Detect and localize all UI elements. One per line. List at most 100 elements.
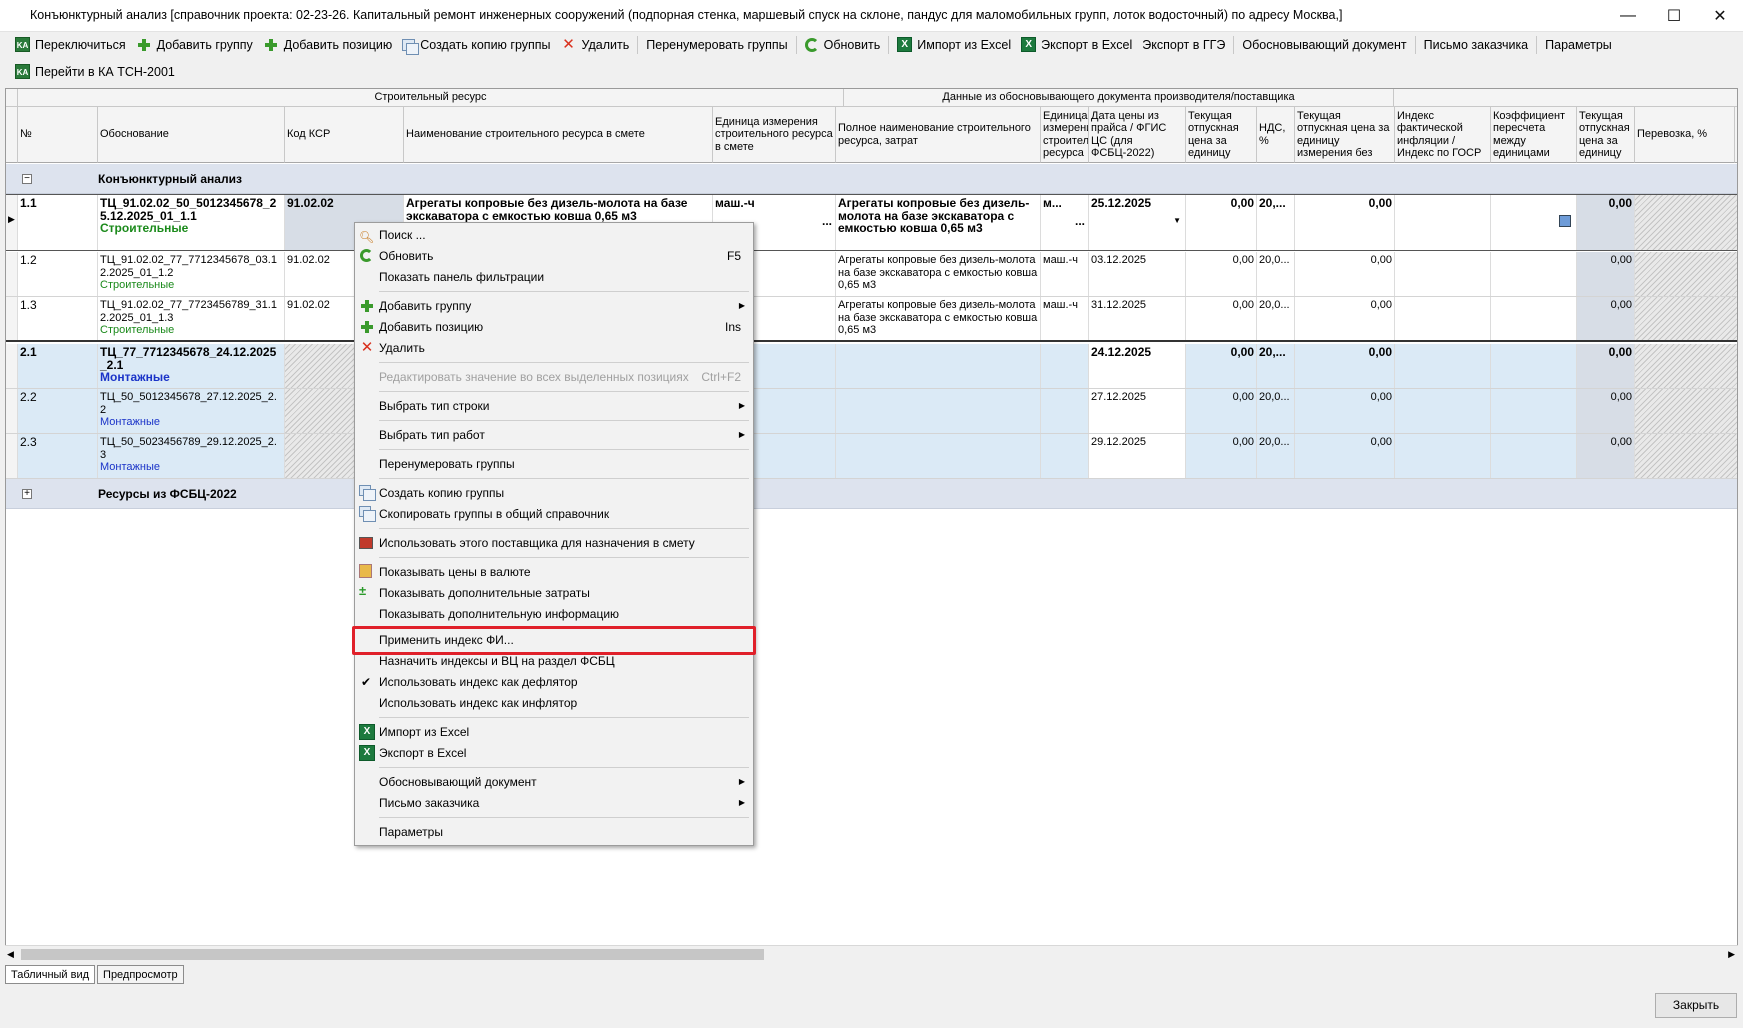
col-header-unit2[interactable]: Единица измерения строительного ресурса [1041,107,1089,163]
justifying-doc-button[interactable]: Обосновывающий документ [1237,33,1411,57]
table-row[interactable]: 2.1 ТЦ_77_7712345678_24.12.2025_2.1 Монта… [6,344,1737,389]
price-cell[interactable]: 0,00 [1186,297,1257,340]
vat-cell[interactable]: 20,0... [1257,389,1295,433]
index-cell[interactable] [1395,389,1491,433]
goto-ka-button[interactable]: KA Перейти в КА ТСН-2001 [10,60,180,84]
col-header-num[interactable]: № [18,107,98,163]
menu-item-copy-to-common[interactable]: Скопировать группы в общий справочник [355,504,753,524]
close-window-button[interactable]: ✕ [1697,0,1743,31]
group-row[interactable]: + Ресурсы из ФСБЦ-2022 [6,479,1737,509]
full-name-cell[interactable]: Агрегаты копровые без дизель-молота на б… [836,252,1041,296]
price-novat-cell[interactable]: 0,00 [1295,434,1395,478]
basis-cell[interactable]: ТЦ_50_5012345678_27.12.2025_2.2 Монтажные [98,389,285,433]
unit2-cell[interactable] [1041,344,1089,388]
coef-cell[interactable] [1491,434,1577,478]
menu-item-show-extra-costs[interactable]: ± Показывать дополнительные затраты [355,583,753,603]
col-header-price-novat[interactable]: Текущая отпускная цена за единицу измере… [1295,107,1395,163]
vat-cell[interactable]: 20,0... [1257,434,1295,478]
collapse-toggle[interactable]: − [22,174,32,184]
menu-item-delete[interactable]: ✕ Удалить [355,338,753,358]
minimize-button[interactable]: — [1605,0,1651,31]
table-row[interactable]: 2.2 ТЦ_50_5012345678_27.12.2025_2.2 Монта… [6,389,1737,434]
basis-cell[interactable]: ТЦ_91.02.02_77_7712345678_03.12.2025_01_… [98,252,285,296]
col-header-transport[interactable]: Перевозка, % [1635,107,1735,163]
col-header-price[interactable]: Текущая отпускная цена за единицу [1186,107,1257,163]
table-row[interactable]: 1.2 ТЦ_91.02.02_77_7712345678_03.12.2025… [6,252,1737,297]
date-cell[interactable]: 27.12.2025 [1089,389,1186,433]
basis-cell[interactable]: ТЦ_50_5023456789_29.12.2025_2.3 Монтажные [98,434,285,478]
renumber-button[interactable]: Перенумеровать группы [641,33,792,57]
add-position-button[interactable]: Добавить позицию [258,33,398,57]
coef-cell[interactable] [1491,195,1577,250]
menu-item-use-inflator[interactable]: Использовать индекс как инфлятор [355,693,753,713]
coef-cell[interactable] [1491,252,1577,296]
menu-item-add-group[interactable]: Добавить группу ▶ [355,296,753,316]
col-header-unit[interactable]: Единица измерения строительного ресурса … [713,107,836,163]
ellipsis-button[interactable]: ... [1075,215,1085,228]
full-name-cell[interactable] [836,344,1041,388]
unit2-cell[interactable] [1041,434,1089,478]
full-name-cell[interactable]: Агрегаты копровые без дизель-молота на б… [836,297,1041,340]
col-header-ksr[interactable]: Код КСР [285,107,404,163]
vat-cell[interactable]: 20,... [1257,344,1295,388]
menu-item-use-deflator[interactable]: ✔ Использовать индекс как дефлятор [355,672,753,692]
cur-price-cell[interactable]: 0,00 [1577,389,1635,433]
basis-cell[interactable]: ТЦ_91.02.02_50_5012345678_25.12.2025_01_… [98,195,285,250]
basis-cell[interactable]: ТЦ_91.02.02_77_7723456789_31.12.2025_01_… [98,297,285,340]
table-row[interactable]: 1.3 ТЦ_91.02.02_77_7723456789_31.12.2025… [6,297,1737,342]
col-header-name[interactable]: Наименование строительного ресурса в сме… [404,107,713,163]
cur-price-cell[interactable]: 0,00 [1577,344,1635,388]
menu-item-show-extra-info[interactable]: Показывать дополнительную информацию [355,604,753,624]
basis-cell[interactable]: ТЦ_77_7712345678_24.12.2025_2.1 Монтажные [98,344,285,388]
menu-item-customer-letter[interactable]: Письмо заказчика ▶ [355,793,753,813]
coef-cell[interactable] [1491,344,1577,388]
refresh-button[interactable]: Обновить [800,33,886,57]
coef-cell[interactable] [1491,297,1577,340]
cur-price-cell[interactable]: 0,00 [1577,297,1635,340]
menu-item-show-currency[interactable]: Показывать цены в валюте [355,562,753,582]
col-header-full-name[interactable]: Полное наименование строительного ресурс… [836,107,1041,163]
col-header-cur-price[interactable]: Текущая отпускная цена за единицу [1577,107,1635,163]
copy-group-button[interactable]: Создать копию группы [397,33,555,57]
horizontal-scrollbar[interactable]: ◀ ▶ [5,945,1738,962]
tab-preview[interactable]: Предпросмотр [97,965,184,984]
vat-cell[interactable]: 20,... [1257,195,1295,250]
price-cell[interactable]: 0,00 [1186,252,1257,296]
price-cell[interactable]: 0,00 [1186,434,1257,478]
price-cell[interactable]: 0,00 [1186,344,1257,388]
unit2-cell[interactable] [1041,389,1089,433]
unit2-cell[interactable]: маш.-ч [1041,297,1089,340]
dropdown-arrow-icon[interactable]: ▼ [1173,215,1181,228]
maximize-button[interactable]: ☐ [1651,0,1697,31]
col-header-vat[interactable]: НДС, % [1257,107,1295,163]
menu-item-copy-group[interactable]: Создать копию группы [355,483,753,503]
ellipsis-button[interactable]: ... [822,215,832,228]
col-header-date[interactable]: Дата цены из прайса / ФГИС ЦС (для ФСБЦ-… [1089,107,1186,163]
table-row[interactable]: ▶ 1.1 ТЦ_91.02.02_50_5012345678_25.12.20… [6,194,1737,251]
price-novat-cell[interactable]: 0,00 [1295,252,1395,296]
cur-price-cell[interactable]: 0,00 [1577,195,1635,250]
import-excel-button[interactable]: X Импорт из Excel [892,33,1016,57]
menu-item-use-supplier[interactable]: Использовать этого поставщика для назнач… [355,533,753,553]
date-cell[interactable]: 25.12.2025 ▼ [1089,195,1186,250]
add-group-button[interactable]: Добавить группу [131,33,258,57]
menu-item-work-type[interactable]: Выбрать тип работ ▶ [355,425,753,445]
price-cell[interactable]: 0,00 [1186,389,1257,433]
unit2-cell[interactable]: м...... [1041,195,1089,250]
switch-button[interactable]: KA Переключиться [10,33,131,57]
price-novat-cell[interactable]: 0,00 [1295,297,1395,340]
vat-cell[interactable]: 20,0... [1257,252,1295,296]
export-gge-button[interactable]: Экспорт в ГГЭ [1137,33,1230,57]
col-header-coef[interactable]: Коэффициент пересчета между единицами [1491,107,1577,163]
menu-item-params[interactable]: Параметры [355,822,753,842]
tab-table-view[interactable]: Табличный вид [5,965,96,984]
price-novat-cell[interactable]: 0,00 [1295,195,1395,250]
expand-toggle[interactable]: + [22,489,32,499]
table-row[interactable]: 2.3 ТЦ_50_5023456789_29.12.2025_2.3 Монта… [6,434,1737,479]
full-name-cell[interactable]: Агрегаты копровые без дизель-молота на б… [836,195,1041,250]
coef-cell[interactable] [1491,389,1577,433]
scroll-thumb[interactable] [21,949,764,960]
scroll-right-arrow[interactable]: ▶ [1728,949,1735,960]
scroll-left-arrow[interactable]: ◀ [7,949,14,960]
menu-item-filter-panel[interactable]: Показать панель фильтрации [355,267,753,287]
